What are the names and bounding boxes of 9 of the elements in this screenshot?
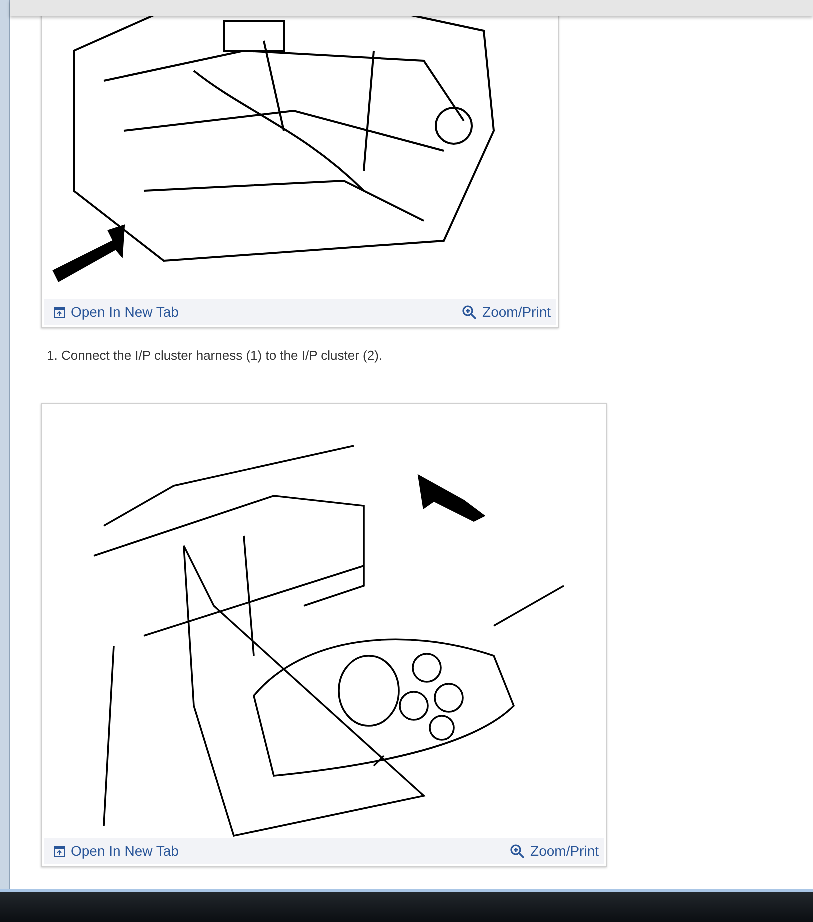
new-tab-icon: [54, 846, 65, 856]
zoom-in-icon: [462, 304, 477, 320]
open-in-new-tab-link[interactable]: Open In New Tab: [54, 304, 179, 320]
zoom-in-icon: [510, 844, 525, 858]
new-tab-icon: [54, 306, 65, 318]
open-in-new-tab-link[interactable]: Open In New Tab: [54, 843, 179, 859]
zoom-print-link[interactable]: Zoom/Print: [510, 843, 599, 859]
zoom-print-link[interactable]: Zoom/Print: [462, 304, 551, 320]
instruction-step: 1. Connect the I/P cluster harness (1) to the I/P cluster (2).: [47, 348, 813, 363]
